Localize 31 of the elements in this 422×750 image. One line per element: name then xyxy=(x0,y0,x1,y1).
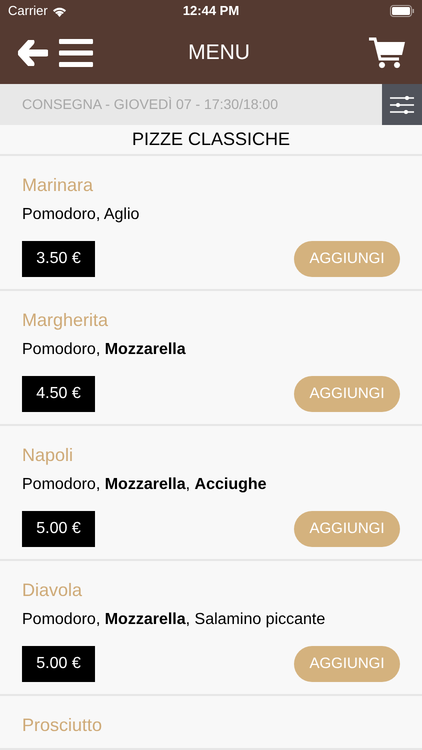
ingredients-text: Pomodoro, Mozzarella, Salamino piccante xyxy=(22,610,326,630)
add-button[interactable]: AGGIUNGI xyxy=(294,376,400,412)
filter-button[interactable] xyxy=(382,84,422,125)
wifi-icon xyxy=(52,6,67,16)
cart-button[interactable] xyxy=(368,36,406,70)
menu-icon xyxy=(59,39,93,67)
menu-button[interactable] xyxy=(58,36,94,70)
add-button[interactable]: AGGIUNGI xyxy=(294,511,400,547)
sliders-icon xyxy=(390,94,414,114)
page-title: MENU xyxy=(188,40,250,66)
delivery-info: CONSEGNA - GIOVEDÌ 07 - 17:30/18:00 xyxy=(21,95,279,114)
pizza-name: Diavola xyxy=(22,579,84,601)
cart-icon xyxy=(369,37,405,69)
pizza-name: Napoli xyxy=(22,444,74,466)
price-tag: 5.00 € xyxy=(22,646,95,682)
price-tag: 5.00 € xyxy=(22,511,95,547)
pizza-name: Margherita xyxy=(22,309,110,331)
price-tag: 3.50 € xyxy=(22,241,95,277)
clock-time: 12:44 PM xyxy=(182,2,240,20)
back-arrow-icon xyxy=(18,40,48,66)
ingredients-text: Pomodoro, Aglio xyxy=(22,205,140,225)
section-title: PIZZE CLASSICHE xyxy=(132,128,290,151)
add-button[interactable]: AGGIUNGI xyxy=(294,241,400,277)
ingredients-text: Pomodoro, Mozzarella xyxy=(22,340,187,360)
add-button[interactable]: AGGIUNGI xyxy=(294,646,400,682)
price-tag: 4.50 € xyxy=(22,376,95,412)
pizza-name: Prosciutto xyxy=(22,714,104,736)
carrier-label: Carrier xyxy=(8,2,48,20)
ingredients-text: Pomodoro, Mozzarella, Acciughe xyxy=(22,475,268,495)
pizza-name: Marinara xyxy=(22,174,94,196)
battery-icon xyxy=(390,5,414,17)
